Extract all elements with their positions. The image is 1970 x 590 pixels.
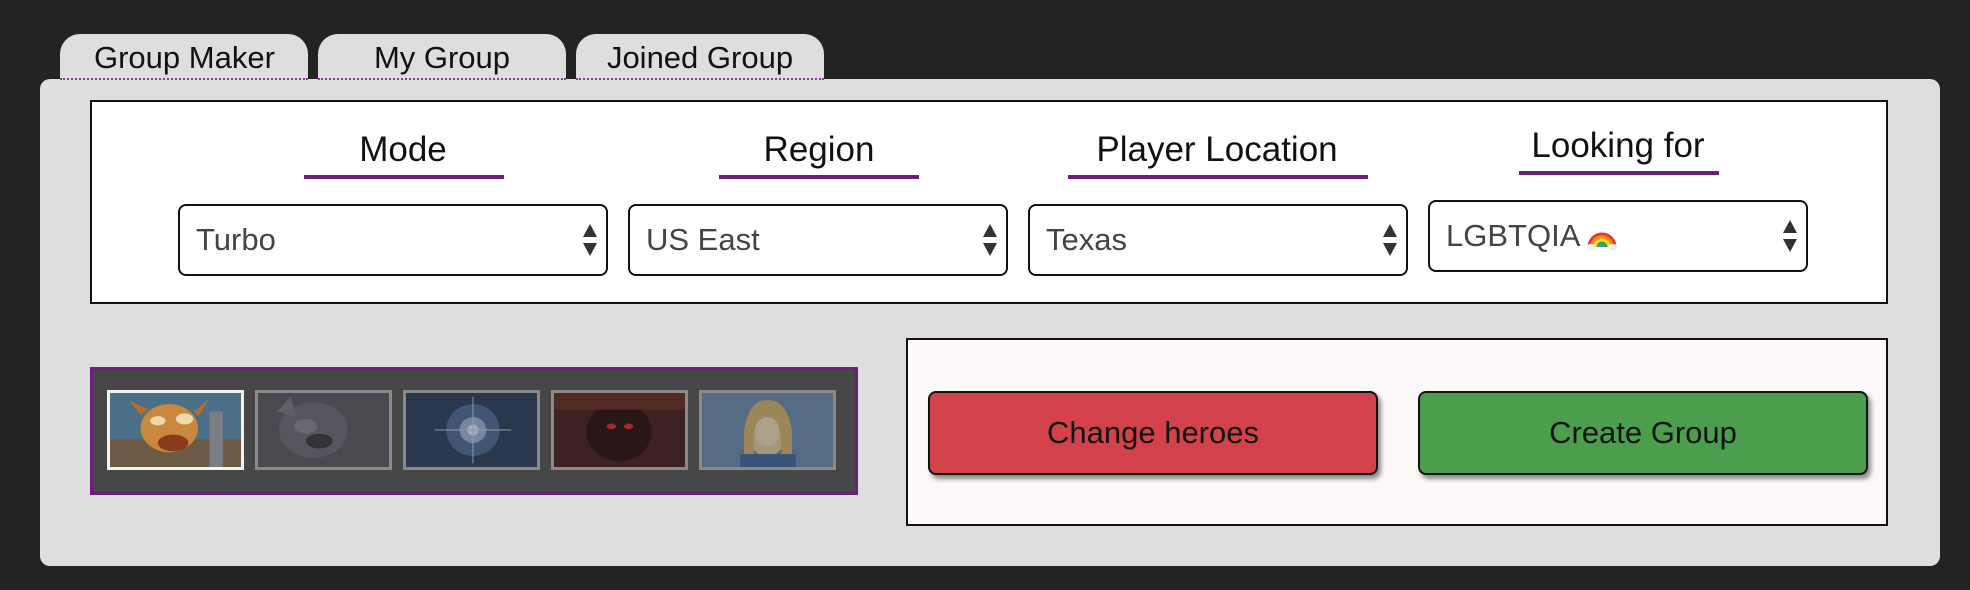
looking-for-select[interactable]: LGBTQIA <box>1428 200 1808 272</box>
region-underline <box>719 175 919 179</box>
group-maker-panel: Mode Turbo Region US East Player Locatio… <box>40 79 1940 566</box>
select-arrows-icon <box>1383 224 1397 256</box>
select-arrows-icon <box>1783 220 1797 252</box>
hero-portraits-strip <box>90 367 858 495</box>
rainbow-icon <box>1586 232 1619 250</box>
region-value: US East <box>646 222 760 257</box>
tab-group-maker[interactable]: Group Maker <box>60 34 308 80</box>
tab-joined-group[interactable]: Joined Group <box>576 34 824 80</box>
region-label: Region <box>763 130 875 169</box>
mode-label: Mode <box>359 130 447 169</box>
looking-for-underline <box>1519 171 1719 175</box>
hero-portrait-1[interactable] <box>107 390 244 470</box>
hero-portrait-2[interactable] <box>255 390 392 470</box>
player-location-label: Player Location <box>1096 130 1338 169</box>
hero-portrait-5[interactable] <box>699 390 836 470</box>
change-heroes-button[interactable]: Change heroes <box>928 391 1378 475</box>
mode-select[interactable]: Turbo <box>178 204 608 276</box>
filter-box: Mode Turbo Region US East Player Locatio… <box>90 100 1888 304</box>
looking-for-value: LGBTQIA <box>1446 218 1581 253</box>
looking-for-label: Looking for <box>1531 126 1705 165</box>
create-group-button[interactable]: Create Group <box>1418 391 1868 475</box>
player-location-value: Texas <box>1046 222 1127 257</box>
region-select[interactable]: US East <box>628 204 1008 276</box>
mode-underline <box>304 175 504 179</box>
tab-my-group[interactable]: My Group <box>318 34 566 80</box>
mode-value: Turbo <box>196 222 276 257</box>
select-arrows-icon <box>983 224 997 256</box>
select-arrows-icon <box>583 224 597 256</box>
hero-portrait-4[interactable] <box>551 390 688 470</box>
player-location-underline <box>1068 175 1368 179</box>
actions-box: Change heroes Create Group <box>906 338 1888 526</box>
tab-bar: Group Maker My Group Joined Group <box>60 34 824 80</box>
player-location-select[interactable]: Texas <box>1028 204 1408 276</box>
hero-portrait-3[interactable] <box>403 390 540 470</box>
